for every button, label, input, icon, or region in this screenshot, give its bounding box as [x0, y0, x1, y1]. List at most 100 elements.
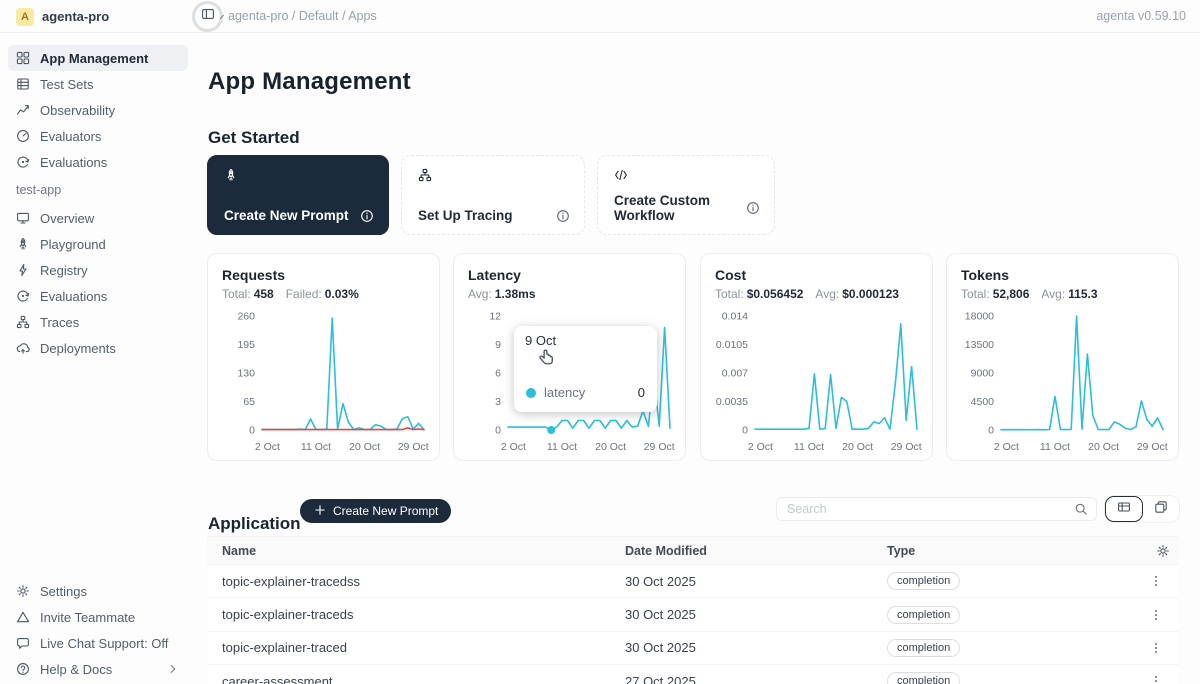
tooltip-value: 0	[638, 385, 645, 400]
create-new-prompt-button[interactable]: Create New Prompt	[300, 499, 451, 523]
sidebar-item-traces[interactable]: Traces	[8, 309, 188, 335]
get-started-card-create-custom-workflow[interactable]: Create Custom Workflow	[597, 155, 775, 235]
app-date-modified: 30 Oct 2025	[610, 574, 872, 589]
sidebar-item-settings[interactable]: Settings	[8, 578, 188, 604]
svg-text:2 Oct: 2 Oct	[994, 441, 1019, 453]
sidebar-item-label: Deployments	[40, 341, 180, 356]
svg-text:0.0105: 0.0105	[716, 339, 748, 351]
tooltip-date: 9 Oct	[525, 333, 556, 348]
column-header-name: Name	[207, 544, 610, 558]
svg-text:3: 3	[495, 396, 501, 408]
code-icon	[614, 168, 758, 182]
svg-text:6: 6	[495, 368, 501, 380]
app-name: topic-explainer-traceds	[207, 607, 610, 622]
row-actions-menu[interactable]	[1143, 639, 1169, 657]
sidebar-collapse-button[interactable]	[195, 4, 220, 29]
sidebar-item-registry[interactable]: Registry	[8, 257, 188, 283]
row-actions-menu[interactable]	[1143, 572, 1169, 590]
chart-stats: Total:$0.056452Avg:$0.000123	[715, 287, 899, 301]
sidebar-item-invite-teammate[interactable]: Invite Teammate	[8, 604, 188, 630]
app-date-modified: 30 Oct 2025	[610, 640, 872, 655]
sidebar-item-label: Overview	[40, 211, 180, 226]
tokens-line-chart[interactable]: 04500900013500180002 Oct11 Oct20 Oct29 O…	[953, 306, 1173, 456]
table-settings-gear-icon[interactable]	[1156, 544, 1170, 558]
sidebar-item-help-docs[interactable]: Help & Docs	[8, 656, 188, 682]
type-badge: completion	[887, 572, 960, 590]
svg-text:4500: 4500	[971, 396, 995, 408]
svg-text:0.0035: 0.0035	[716, 396, 748, 408]
sidebar-item-evaluations[interactable]: Evaluations	[8, 283, 188, 309]
card-label: Set Up Tracing	[418, 208, 556, 223]
info-icon[interactable]	[746, 201, 760, 215]
table-view-icon	[1117, 500, 1131, 519]
monitor-icon	[16, 211, 30, 225]
sidebar-item-observability[interactable]: Observability	[8, 97, 188, 123]
sidebar-item-deployments[interactable]: Deployments	[8, 335, 188, 361]
column-header-type: Type	[872, 544, 1133, 558]
chart-title: Tokens	[961, 267, 1009, 283]
application-title: Application	[208, 514, 301, 534]
sidebar-item-evaluations[interactable]: Evaluations	[8, 149, 188, 175]
table-view-button[interactable]	[1105, 496, 1143, 522]
requests-line-chart[interactable]: 0651301952602 Oct11 Oct20 Oct29 Oct	[214, 306, 434, 456]
table-row[interactable]: topic-explainer-traceds 30 Oct 2025 comp…	[207, 598, 1178, 631]
svg-text:260: 260	[237, 311, 255, 323]
svg-text:11 Oct: 11 Oct	[794, 441, 824, 453]
sidebar-item-app-management[interactable]: App Management	[8, 45, 188, 71]
svg-text:20 Oct: 20 Oct	[595, 441, 626, 453]
question-icon	[16, 662, 30, 676]
evals-icon	[16, 289, 30, 303]
card-label: Create Custom Workflow	[614, 193, 746, 223]
sidebar-item-label: Registry	[40, 263, 180, 278]
sidebar-item-label: Settings	[40, 584, 180, 599]
sidebar-item-label: Playground	[40, 237, 180, 252]
info-icon[interactable]	[360, 209, 374, 223]
svg-text:0.014: 0.014	[722, 311, 748, 323]
rocket-icon	[224, 168, 372, 182]
sidebar-item-test-sets[interactable]: Test Sets	[8, 71, 188, 97]
sidebar-item-overview[interactable]: Overview	[8, 205, 188, 231]
svg-text:0: 0	[988, 425, 994, 437]
sidebar-item-live-chat-support-off[interactable]: Live Chat Support: Off	[8, 630, 188, 656]
get-started-card-create-new-prompt[interactable]: Create New Prompt	[207, 155, 389, 235]
app-name: topic-explainer-traced	[207, 640, 610, 655]
svg-text:29 Oct: 29 Oct	[1137, 441, 1168, 453]
svg-text:29 Oct: 29 Oct	[891, 441, 922, 453]
table-body: topic-explainer-tracedss 30 Oct 2025 com…	[207, 565, 1178, 684]
chevron-right-icon	[166, 662, 180, 676]
row-actions-menu[interactable]	[1143, 672, 1169, 684]
series-color-dot	[526, 388, 536, 398]
search-input[interactable]	[785, 501, 1074, 517]
pointer-cursor-icon	[536, 348, 555, 372]
app-date-modified: 27 Oct 2025	[610, 674, 872, 684]
get-started-card-set-up-tracing[interactable]: Set Up Tracing	[401, 155, 585, 235]
chart-stats: Avg:1.38ms	[468, 287, 536, 301]
sidebar-item-label: Evaluations	[40, 155, 180, 170]
breadcrumb[interactable]: agenta-pro / Default / Apps	[228, 9, 377, 23]
info-icon[interactable]	[556, 209, 570, 223]
sidebar-item-label: Invite Teammate	[40, 610, 180, 625]
type-badge: completion	[887, 672, 960, 684]
table-row[interactable]: topic-explainer-tracedss 30 Oct 2025 com…	[207, 565, 1178, 598]
table-row[interactable]: career-assessment 27 Oct 2025 completion	[207, 665, 1178, 684]
svg-text:9: 9	[495, 339, 501, 351]
svg-text:9000: 9000	[971, 368, 995, 380]
app-window: A agenta-pro agenta-pro / Default / Apps…	[0, 0, 1200, 684]
svg-text:20 Oct: 20 Oct	[1088, 441, 1119, 453]
tree-icon	[418, 168, 568, 182]
svg-text:2 Oct: 2 Oct	[748, 441, 773, 453]
sidebar-item-label: Traces	[40, 315, 180, 330]
card-view-button[interactable]	[1143, 496, 1179, 522]
grid-icon	[16, 51, 30, 65]
chart-title: Requests	[222, 267, 285, 283]
cost-line-chart[interactable]: 00.00350.0070.01050.0142 Oct11 Oct20 Oct…	[707, 306, 927, 456]
tokens-metric-card: Tokens Total:52,806Avg:115.3 04500900013…	[946, 253, 1179, 461]
get-started-title: Get Started	[208, 128, 300, 148]
row-actions-menu[interactable]	[1143, 606, 1169, 624]
table-row[interactable]: topic-explainer-traced 30 Oct 2025 compl…	[207, 632, 1178, 665]
sidebar-item-label: App Management	[40, 51, 180, 66]
search-box	[776, 497, 1097, 521]
sidebar-item-playground[interactable]: Playground	[8, 231, 188, 257]
sidebar-item-evaluators[interactable]: Evaluators	[8, 123, 188, 149]
svg-text:195: 195	[237, 339, 255, 351]
